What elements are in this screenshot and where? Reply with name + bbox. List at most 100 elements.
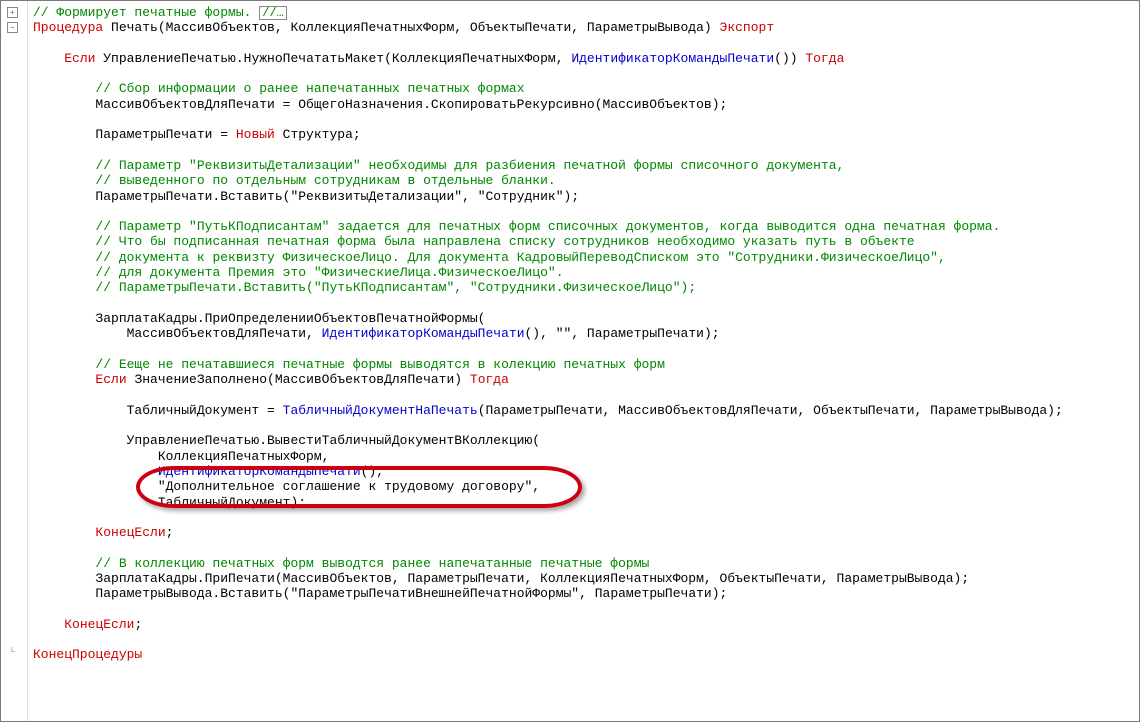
code-line[interactable]: // Формирует печатные формы. //…	[33, 5, 1135, 20]
code-token: Если	[64, 51, 103, 66]
code-token: УправлениеПечатью.ВывестиТабличныйДокуме…	[33, 433, 540, 448]
code-token: КонецЕсли	[95, 525, 165, 540]
code-token: МассивОбъектовДляПечати,	[33, 326, 322, 341]
code-line[interactable]	[33, 387, 1135, 402]
code-line[interactable]	[33, 143, 1135, 158]
code-line[interactable]: Если ЗначениеЗаполнено(МассивОбъектовДля…	[33, 372, 1135, 387]
code-token: // Что бы подписанная печатная форма был…	[95, 234, 914, 249]
code-token	[33, 173, 95, 188]
code-token	[33, 525, 95, 540]
fold-gutter: + − └	[1, 1, 27, 721]
code-line[interactable]	[33, 296, 1135, 311]
code-line[interactable]: МассивОбъектовДляПечати = ОбщегоНазначен…	[33, 97, 1135, 112]
code-line[interactable]: // ПараметрыПечати.Вставить("ПутьКПодпис…	[33, 280, 1135, 295]
code-line[interactable]: ПараметрыПечати = Новый Структура;	[33, 127, 1135, 142]
code-token	[33, 81, 95, 96]
code-line[interactable]: Если УправлениеПечатью.НужноПечататьМаке…	[33, 51, 1135, 66]
end-bracket-icon: └	[9, 648, 15, 656]
code-token: // Формирует печатные формы.	[33, 5, 259, 20]
code-token: );	[564, 189, 580, 204]
code-line[interactable]: // для документа Премия это "ФизическиеЛ…	[33, 265, 1135, 280]
code-line[interactable]	[33, 112, 1135, 127]
code-line[interactable]: // Ееще не печатавшиеся печатные формы в…	[33, 357, 1135, 372]
code-line[interactable]: // документа к реквизту ФизическоеЛицо. …	[33, 250, 1135, 265]
code-token: , ПараметрыПечати);	[571, 326, 719, 341]
code-line[interactable]: // выведенного по отдельным сотрудникам …	[33, 173, 1135, 188]
code-token: ,	[462, 189, 478, 204]
code-token: ИдентификаторКомандыПечати	[158, 464, 361, 479]
code-token	[33, 556, 95, 571]
code-token: УправлениеПечатью.НужноПечататьМакет(Кол…	[103, 51, 571, 66]
code-token: // документа к реквизту ФизическоеЛицо. …	[95, 250, 945, 265]
code-token: // Параметр "РеквизитыДетализации" необх…	[95, 158, 844, 173]
code-token: "Сотрудник"	[478, 189, 564, 204]
code-token: ПараметрыПечати =	[33, 127, 236, 142]
code-token: Тогда	[805, 51, 844, 66]
code-line[interactable]: МассивОбъектовДляПечати, ИдентификаторКо…	[33, 326, 1135, 341]
code-line[interactable]	[33, 540, 1135, 555]
gutter-border	[27, 1, 28, 721]
fold-toggle-end[interactable]: └	[7, 648, 18, 659]
code-token: ТабличныйДокументНаПечать	[283, 403, 478, 418]
code-token: ""	[556, 326, 572, 341]
code-line[interactable]: КонецЕсли;	[33, 617, 1135, 632]
code-line[interactable]	[33, 66, 1135, 81]
code-line[interactable]: КонецЕсли;	[33, 525, 1135, 540]
code-line[interactable]: ТабличныйДокумент = ТабличныйДокументНаП…	[33, 403, 1135, 418]
code-line[interactable]: ЗарплатаКадры.ПриОпределенииОбъектовПеча…	[33, 311, 1135, 326]
plus-icon: +	[10, 9, 15, 17]
fold-toggle-expanded[interactable]: −	[7, 22, 18, 33]
code-line[interactable]: ИдентификаторКомандыПечати(),	[33, 464, 1135, 479]
code-token: ())	[774, 51, 805, 66]
code-area[interactable]: // Формирует печатные формы. //…Процедур…	[33, 5, 1135, 717]
code-token: "ПараметрыПечатиВнешнейПечатнойФормы"	[290, 586, 579, 601]
code-token: Если	[95, 372, 134, 387]
code-line[interactable]	[33, 342, 1135, 357]
code-line[interactable]: // Параметр "ПутьКПодписантам" задается …	[33, 219, 1135, 234]
code-line[interactable]: // В коллекцию печатных форм выводтся ра…	[33, 556, 1135, 571]
fold-toggle-collapsed[interactable]: +	[7, 7, 18, 18]
code-token: Экспорт	[720, 20, 775, 35]
code-line[interactable]: КонецПроцедуры	[33, 647, 1135, 662]
code-line[interactable]: // Параметр "РеквизитыДетализации" необх…	[33, 158, 1135, 173]
code-token: Печать(МассивОбъектов, КоллекцияПечатных…	[111, 20, 720, 35]
code-line[interactable]	[33, 418, 1135, 433]
code-line[interactable]: ЗарплатаКадры.ПриПечати(МассивОбъектов, …	[33, 571, 1135, 586]
code-line[interactable]	[33, 204, 1135, 219]
code-line[interactable]: ПараметрыВывода.Вставить("ПараметрыПечат…	[33, 586, 1135, 601]
code-line[interactable]	[33, 632, 1135, 647]
code-line[interactable]: КоллекцияПечатныхФорм,	[33, 449, 1135, 464]
code-token: ЗначениеЗаполнено(МассивОбъектовДляПечат…	[134, 372, 469, 387]
code-line[interactable]: ПараметрыПечати.Вставить("РеквизитыДетал…	[33, 189, 1135, 204]
code-token	[33, 464, 158, 479]
code-line[interactable]	[33, 602, 1135, 617]
code-line[interactable]: // Сбор информации о ранее напечатанных …	[33, 81, 1135, 96]
code-line[interactable]: "Дополнительное соглашение к трудовому д…	[33, 479, 1135, 494]
editor-frame: + − └ // Формирует печатные формы. //…Пр…	[0, 0, 1140, 722]
code-line[interactable]	[33, 510, 1135, 525]
code-token: ИдентификаторКомандыПечати	[322, 326, 525, 341]
code-token	[33, 250, 95, 265]
code-token	[33, 479, 158, 494]
code-token: // Параметр "ПутьКПодписантам" задается …	[95, 219, 1000, 234]
code-token: (ПараметрыПечати, МассивОбъектовДляПечат…	[478, 403, 1063, 418]
code-token: ;	[134, 617, 142, 632]
code-token: КонецПроцедуры	[33, 647, 142, 662]
code-token	[33, 357, 95, 372]
code-token	[33, 51, 64, 66]
minus-icon: −	[10, 24, 15, 32]
code-line[interactable]	[33, 36, 1135, 51]
code-token: КоллекцияПечатныхФорм,	[33, 449, 329, 464]
code-line[interactable]: // Что бы подписанная печатная форма был…	[33, 234, 1135, 249]
code-line[interactable]: УправлениеПечатью.ВывестиТабличныйДокуме…	[33, 433, 1135, 448]
code-token: ИдентификаторКомандыПечати	[571, 51, 774, 66]
code-token: Новый	[236, 127, 283, 142]
code-token: ПараметрыВывода.Вставить(	[33, 586, 290, 601]
code-line[interactable]: Процедура Печать(МассивОбъектов, Коллекц…	[33, 20, 1135, 35]
code-token: //…	[259, 6, 287, 20]
code-token: "РеквизитыДетализации"	[290, 189, 462, 204]
code-token: ТабличныйДокумент =	[33, 403, 283, 418]
code-token: // для документа Премия это "ФизическиеЛ…	[95, 265, 563, 280]
code-token: Тогда	[470, 372, 509, 387]
code-line[interactable]: ТабличныйДокумент);	[33, 495, 1135, 510]
